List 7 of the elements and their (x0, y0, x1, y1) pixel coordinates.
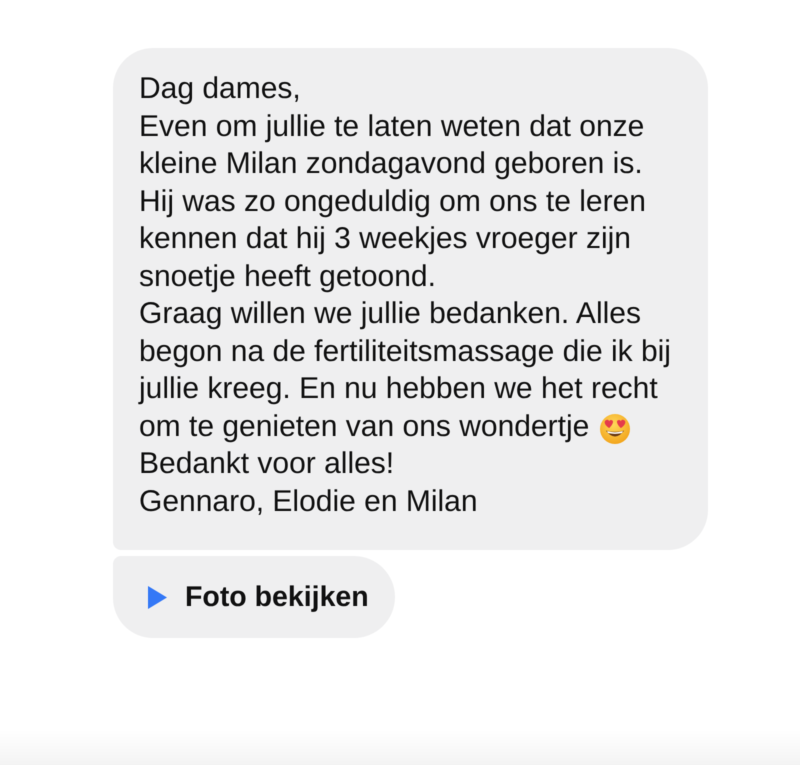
view-photo-button[interactable]: Foto bekijken (113, 556, 395, 638)
message-paragraph: Even om jullie te laten weten dat onze kleine Milan zondagavond geboren is. Hij was zo ongeduldig om ons te leren kennen dat hij 3 weekjes vroeger zijn snoetje heeft getoond. (139, 110, 646, 292)
message-paragraph: Graag willen we jullie bedanken. Alles begon na de fertiliteitsmassage die ik bij jullie kreeg. En nu hebben we het recht om te genieten van ons wondertje (139, 297, 671, 442)
message-paragraph: Gennaro, Elodie en Milan (139, 484, 478, 518)
message-paragraph: Bedankt voor alles! (139, 447, 394, 480)
play-icon (148, 586, 167, 608)
message-paragraph: Dag dames, (139, 72, 301, 105)
